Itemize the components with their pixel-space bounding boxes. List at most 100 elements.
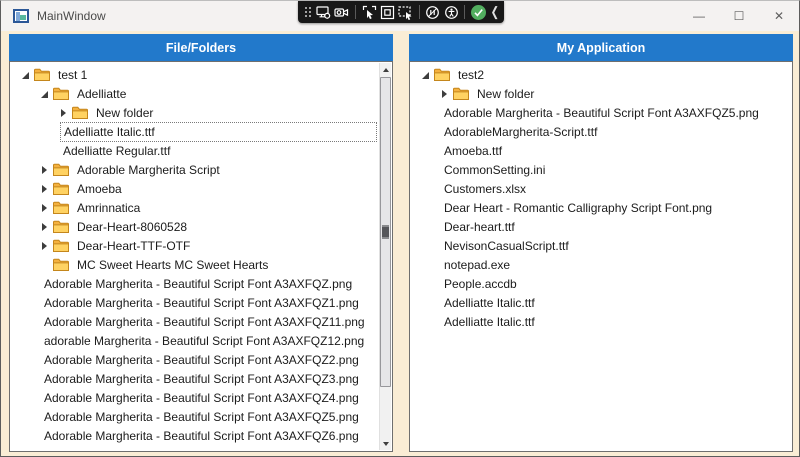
file-folders-panel-header: File/Folders [9,34,393,61]
collapse-arrow-icon[interactable] [422,70,434,80]
tree-item-label: Adorable Margherita - Beautiful Script F… [441,104,762,122]
tree-item[interactable]: Adorable Margherita - Beautiful Script F… [411,103,789,122]
tree-item-label: test 1 [55,66,90,84]
collapse-arrow-icon[interactable] [22,70,34,80]
tree-item-label: Adorable Margherita - Beautiful Script F… [41,313,368,331]
file-folders-tree-container: test 1AdelliatteNew folderAdelliatte Ita… [9,61,393,452]
tree-item-label: Adorable Margherita - Beautiful Script F… [41,275,355,293]
tree-item[interactable]: Adelliatte Italic.ttf [411,312,789,331]
file-folders-tree[interactable]: test 1AdelliatteNew folderAdelliatte Ita… [11,63,379,450]
tree-item[interactable]: Adorable Margherita - Beautiful Script F… [11,274,377,293]
folder-icon [34,68,50,81]
tree-item-label: AdorableMargherita-Script.ttf [441,123,600,141]
tree-item[interactable]: Amoeba [11,179,377,198]
tree-item[interactable]: NevisonCasualScript.ttf [411,236,789,255]
tree-item[interactable]: Adorable Margherita - Beautiful Script F… [11,407,377,426]
tree-item[interactable]: MC Sweet Hearts MC Sweet Hearts [11,255,377,274]
capture-toolbar[interactable]: ❮ [298,1,504,23]
scrollbar-thumb[interactable] [380,77,391,387]
expand-arrow-icon[interactable] [41,203,53,213]
confirm-check-icon[interactable] [469,1,487,23]
app-icon [13,9,29,23]
tree-item[interactable]: Adorable Margherita - Beautiful Script F… [11,369,377,388]
minimize-button[interactable]: — [679,1,719,31]
tree-item-label: Adorable Margherita - Beautiful Script F… [41,294,362,312]
tree-item[interactable]: Adelliatte Italic.ttf [411,293,789,312]
maximize-button[interactable]: ☐ [719,1,759,31]
tree-item-label: Dear-Heart-8060528 [74,218,190,236]
expand-arrow-icon[interactable] [41,222,53,232]
grip-handle-icon[interactable] [303,5,311,19]
freeform-select-icon[interactable] [397,1,415,23]
tree-item[interactable]: Adorable Margherita - Beautiful Script F… [11,445,377,450]
tree-item[interactable]: People.accdb [411,274,789,293]
screen-settings-icon[interactable] [315,1,333,23]
tree-item[interactable]: CommonSetting.ini [411,160,789,179]
main-window: MainWindow — ☐ ✕ [0,0,800,457]
expand-arrow-icon[interactable] [41,165,53,175]
toolbar-separator [419,5,420,19]
my-application-tree[interactable]: test2New folderAdorable Margherita - Bea… [411,63,791,450]
expand-arrow-icon[interactable] [60,108,72,118]
tree-item[interactable]: Amrinnatica [11,198,377,217]
tree-item-label: adorable Margherita - Beautiful Script F… [41,332,367,350]
tree-item-label: Adorable Margherita - Beautiful Script F… [41,408,362,426]
tree-item[interactable]: Adorable Margherita - Beautiful Script F… [11,293,377,312]
tree-item[interactable]: Dear-Heart-8060528 [11,217,377,236]
tree-item-label: Adelliatte Italic.ttf [441,294,538,312]
tree-item-label: NevisonCasualScript.ttf [441,237,572,255]
tree-item[interactable]: Amoeba.ttf [411,141,789,160]
region-select-icon[interactable] [378,1,396,23]
chevron-left-icon[interactable]: ❮ [491,5,499,19]
tree-item[interactable]: test2 [411,65,789,84]
tree-item-label: New folder [93,104,156,122]
tree-item[interactable]: Adelliatte [11,84,377,103]
expand-arrow-icon[interactable] [41,241,53,251]
tree-item[interactable]: adorable Margherita - Beautiful Script F… [11,331,377,350]
folder-icon [53,201,69,214]
vertical-scrollbar[interactable] [379,63,391,450]
expand-arrow-icon[interactable] [41,184,53,194]
tree-item[interactable]: Dear-heart.ttf [411,217,789,236]
my-application-panel-header: My Application [409,34,793,61]
tree-item[interactable]: Customers.xlsx [411,179,789,198]
tree-item-label: Customers.xlsx [441,180,529,198]
scrollbar-grip-icon [382,225,389,239]
scroll-up-button[interactable] [380,63,391,76]
tree-item[interactable]: Adorable Margherita - Beautiful Script F… [11,426,377,445]
folder-icon [72,106,88,119]
tree-item[interactable]: Dear-Heart-TTF-OTF [11,236,377,255]
accessibility-circle-icon[interactable] [442,1,460,23]
collapse-arrow-icon[interactable] [41,89,53,99]
cursor-window-select-icon[interactable] [360,1,378,23]
video-camera-icon[interactable] [333,1,351,23]
expand-arrow-icon[interactable] [441,89,453,99]
tree-item[interactable]: Adelliatte Regular.ttf [11,141,377,160]
pause-circle-icon[interactable] [424,1,442,23]
tree-item[interactable]: notepad.exe [411,255,789,274]
tree-item[interactable]: New folder [11,103,377,122]
expander-spacer [41,260,53,270]
tree-item-label: Adelliatte [74,85,129,103]
tree-item-label: Adorable Margherita Script [74,161,223,179]
tree-item-label: notepad.exe [441,256,513,274]
folder-icon [53,163,69,176]
folder-icon [53,239,69,252]
toolbar-separator [355,5,356,19]
tree-item-label: test2 [455,66,487,84]
tree-item[interactable]: Adorable Margherita Script [11,160,377,179]
tree-item-label: Adorable Margherita - Beautiful Script F… [41,427,362,445]
toolbar-separator [464,5,465,19]
tree-item[interactable]: Dear Heart - Romantic Calligraphy Script… [411,198,789,217]
tree-item[interactable]: Adorable Margherita - Beautiful Script F… [11,312,377,331]
file-folders-panel-title: File/Folders [166,41,236,55]
tree-item[interactable]: Adelliatte Italic.ttf [11,122,377,141]
tree-item[interactable]: AdorableMargherita-Script.ttf [411,122,789,141]
tree-item[interactable]: Adorable Margherita - Beautiful Script F… [11,350,377,369]
tree-item[interactable]: test 1 [11,65,377,84]
scroll-down-button[interactable] [380,437,391,450]
close-button[interactable]: ✕ [759,1,799,31]
scrollbar-track[interactable] [380,76,391,437]
tree-item[interactable]: New folder [411,84,789,103]
tree-item[interactable]: Adorable Margherita - Beautiful Script F… [11,388,377,407]
